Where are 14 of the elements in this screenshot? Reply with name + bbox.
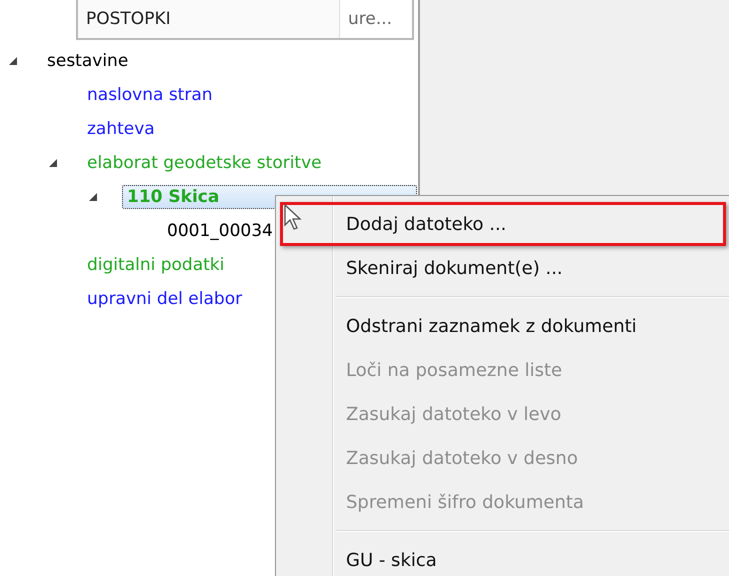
tree-item[interactable]: upravni del elabor <box>82 287 248 311</box>
menu-item[interactable]: Dodaj datoteko ... <box>280 202 726 246</box>
tree-item[interactable]: naslovna stran <box>82 83 218 107</box>
tree-item[interactable]: zahteva <box>82 117 160 141</box>
menu-item[interactable]: Odstrani zaznamek z dokumenti <box>276 304 729 348</box>
menu-item[interactable]: Skeniraj dokument(e) ... <box>276 246 729 290</box>
expanded-triangle-icon[interactable] <box>88 192 98 202</box>
tree-item[interactable]: 0001_00034 <box>162 219 278 243</box>
menu-item[interactable]: GU - skica <box>276 538 729 576</box>
table-cell: POSTOPKI <box>78 0 340 38</box>
table-cell-text: ure... <box>347 8 394 31</box>
expanded-triangle-icon[interactable] <box>48 158 58 168</box>
expanded-triangle-icon[interactable] <box>8 56 18 66</box>
tree-item[interactable]: sestavine <box>42 49 134 73</box>
